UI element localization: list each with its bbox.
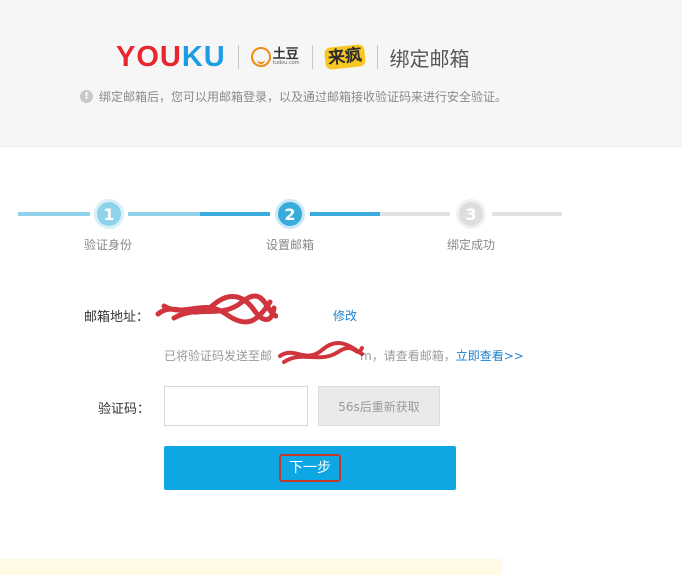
resend-code-button[interactable]: 56s后重新获取 — [318, 386, 440, 426]
view-mailbox-link[interactable]: 立即查看>> — [456, 349, 524, 363]
modify-email-link[interactable]: 修改 — [333, 307, 357, 324]
step-1-number: 1 — [103, 204, 115, 224]
verification-code-input[interactable] — [164, 386, 308, 426]
page-header: YOUKU 土豆 tudou.com 来疯 绑定邮箱 ! 绑定邮箱后，您可以用邮… — [0, 0, 682, 147]
step-2-number: 2 — [284, 204, 296, 224]
step-line — [18, 212, 90, 216]
next-step-button[interactable]: 下一步 — [164, 446, 456, 490]
logo-divider — [376, 45, 378, 69]
youku-logo-part1: YOU — [116, 41, 182, 73]
laifeng-logo: 来疯 — [323, 43, 366, 71]
tudou-face-icon — [250, 47, 271, 67]
step-3-circle: 3 — [456, 199, 486, 229]
step-1-label: 验证身份 — [84, 238, 133, 252]
info-icon: ! — [80, 90, 93, 103]
tudou-logo-domain: tudou.com — [272, 60, 300, 66]
step-2-circle: 2 — [275, 199, 305, 229]
page-title: 绑定邮箱 — [389, 46, 470, 71]
notice-bar: ! 绑定邮箱后，您可以用邮箱登录，以及通过邮箱接收验证码来进行安全验证。 — [80, 88, 507, 105]
step-line — [380, 212, 450, 216]
bottom-strip — [0, 559, 502, 575]
logo-divider — [311, 45, 313, 69]
step-3-number: 3 — [465, 204, 477, 224]
redacted-email-scribble — [278, 341, 364, 364]
tudou-logo: 土豆 tudou.com — [250, 47, 300, 67]
youku-logo: YOUKU — [116, 40, 226, 74]
step-line — [128, 212, 200, 216]
hint-text-prefix: 已将验证码发送至邮 — [164, 349, 273, 363]
step-3-label: 绑定成功 — [447, 238, 496, 252]
next-step-label: 下一步 — [279, 454, 341, 482]
notice-text: 绑定邮箱后，您可以用邮箱登录，以及通过邮箱接收验证码来进行安全验证。 — [99, 90, 508, 104]
logo-divider — [237, 45, 239, 69]
code-label: 验证码： — [98, 402, 151, 417]
email-label: 邮箱地址： — [84, 310, 150, 325]
step-line — [200, 212, 270, 216]
youku-logo-part2: KU — [181, 41, 226, 73]
redacted-email-scribble — [155, 293, 278, 325]
brand-logos: YOUKU 土豆 tudou.com 来疯 绑定邮箱 — [116, 40, 470, 74]
step-line — [310, 212, 380, 216]
step-line — [492, 212, 562, 216]
step-1-circle: 1 — [94, 199, 124, 229]
step-2-label: 设置邮箱 — [266, 238, 315, 252]
hint-text-suffix: m，请查看邮箱， — [360, 349, 456, 363]
